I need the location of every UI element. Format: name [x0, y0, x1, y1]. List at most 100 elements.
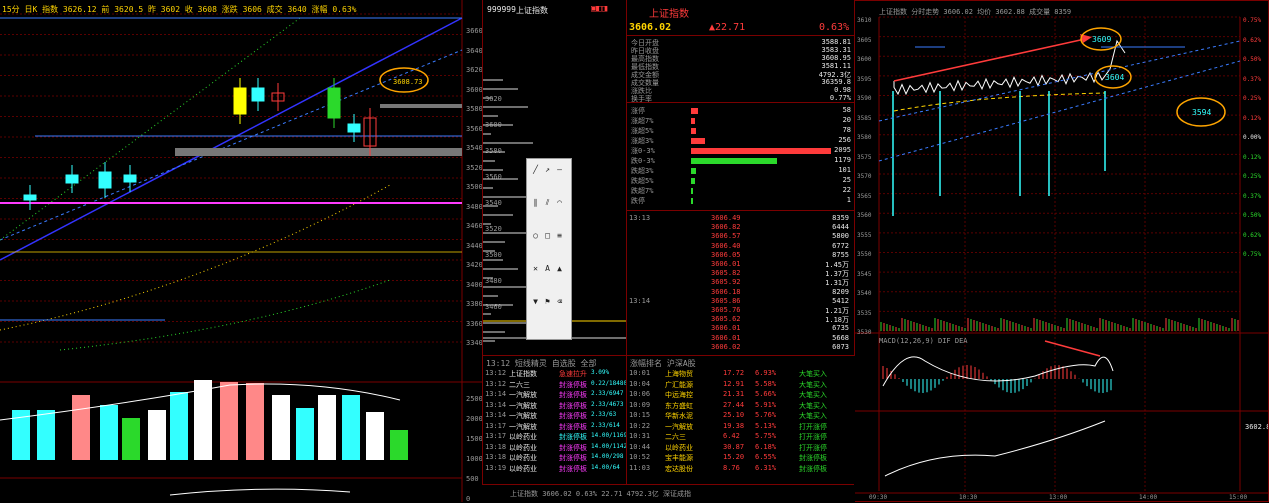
tick-price: 3606.40 — [711, 241, 741, 250]
tick-price: 3605.82 — [711, 269, 741, 278]
volume-bar — [272, 395, 290, 460]
kline-price-tick: 3580 — [466, 105, 482, 113]
dist-count: 78 — [842, 126, 851, 134]
depth-tick: 3600 — [485, 121, 502, 129]
kline-price-tick: 3640 — [466, 46, 482, 55]
dist-bar — [691, 108, 699, 114]
dist-bar — [691, 158, 778, 164]
alert-type: 封涨停板 — [559, 464, 587, 473]
rect-tool-icon[interactable]: □ — [543, 231, 552, 240]
stat-value: 0.98 — [834, 86, 851, 94]
price-tick: 3570 — [857, 173, 872, 180]
rank-note: 打开涨停 — [799, 422, 827, 431]
stat-value: 3583.31 — [821, 46, 851, 54]
intraday-chart[interactable] — [855, 1, 1269, 502]
kline-annotation-label: 3608.73 — [393, 78, 423, 86]
pct-tick: 0.50% — [1243, 56, 1262, 63]
volume-bar — [194, 380, 212, 460]
tick-price: 3606.49 — [711, 214, 741, 222]
ma-line-yellow — [0, 184, 391, 331]
tick-price: 3606.18 — [711, 287, 741, 296]
tick-volume: 5668 — [832, 333, 849, 342]
dist-label: 涨超7% — [631, 117, 654, 125]
tick-price: 3606.05 — [711, 250, 741, 259]
dist-count: 1179 — [834, 156, 851, 164]
rank-header: 涨幅排名 沪深A股 — [630, 359, 696, 368]
tick-price: 3605.92 — [711, 278, 741, 287]
price-tick: 3590 — [857, 95, 872, 102]
alert-detail: 3.09% — [591, 369, 610, 376]
dist-bar — [691, 138, 706, 144]
gap-zone-2 — [380, 104, 462, 108]
rank-time: 10:15 — [629, 411, 651, 419]
arrow-down-tool-icon[interactable]: ▼ — [531, 297, 540, 306]
alert-time: 13:19 — [485, 463, 507, 472]
depth-tick: 3480 — [485, 277, 502, 285]
line-tool-icon[interactable]: ╱ — [531, 165, 540, 174]
dist-bar — [691, 148, 832, 154]
rank-note: 打开涨停 — [799, 443, 827, 452]
tick-volume: 5800 — [832, 232, 849, 241]
volume-tick: 2500 — [466, 395, 482, 403]
price-tick: 3585 — [857, 114, 872, 122]
alert-time: 13:12 — [485, 369, 507, 377]
index-info-panel: 上证指数 3606.02 ▲22.71 0.63% 今日开盘 3588.81 昨日收… — [626, 0, 855, 355]
channel-tool-icon[interactable]: ⫽ — [543, 198, 552, 207]
pct-tick: 0.37% — [1243, 75, 1262, 83]
pct-tick: 0.75% — [1243, 17, 1262, 24]
rank-time: 10:06 — [629, 390, 651, 398]
dist-count: 2095 — [834, 146, 851, 154]
alert-detail: 0.22/184804 — [591, 379, 627, 387]
dist-count: 22 — [842, 186, 851, 194]
alert-type: 封涨停板 — [559, 454, 587, 462]
time-tick: 14:00 — [1139, 494, 1158, 501]
flag-tool-icon[interactable]: ⚑ — [543, 297, 552, 306]
stat-value: 36359.8 — [821, 78, 851, 86]
rank-time: 11:03 — [629, 463, 651, 472]
rank-name: 宝丰能源 — [665, 454, 693, 462]
candle-body — [98, 171, 112, 189]
rank-name: 中远海控 — [665, 391, 693, 399]
ray-tool-icon[interactable]: ↗ — [543, 165, 552, 174]
kline-price-tick: 3380 — [466, 300, 482, 308]
pct-tick: 0.75% — [1243, 251, 1262, 258]
candle-body — [251, 87, 265, 102]
alert-detail: 14.00/1142 — [591, 442, 627, 450]
depth-tick: 3460 — [485, 303, 502, 311]
tick-volume: 6073 — [832, 342, 849, 351]
alert-time: 13:14 — [485, 390, 507, 398]
alerts-panel[interactable]: 13:12 短线精灵 自选股 全部 13:12 上证指数 急速拉升 3.09% 13:1… — [482, 355, 627, 503]
pct-tick: 0.12% — [1243, 153, 1262, 161]
depth-tick: 3540 — [485, 199, 502, 207]
delete-tool-icon[interactable]: ⌫ — [555, 297, 564, 306]
tick-volume: 8209 — [832, 287, 849, 296]
kline-chart[interactable] — [0, 0, 482, 502]
alert-time: 13:18 — [485, 453, 507, 461]
text-tool-icon[interactable]: A — [543, 264, 552, 273]
segment-tool-icon[interactable]: — — [555, 165, 564, 174]
dist-count: 1 — [846, 196, 851, 204]
channel-line-green — [0, 17, 301, 241]
parallel-tool-icon[interactable]: ∥ — [531, 198, 540, 207]
intraday-panel[interactable]: 上证指数 分时走势 3606.02 均价 3602.88 成交量 8359 36… — [854, 0, 1269, 502]
arrow-up-tool-icon[interactable]: ▲ — [555, 264, 564, 273]
macd-dif — [882, 356, 1114, 387]
dist-label: 跌超3% — [631, 167, 654, 175]
time-tick: 15:00 — [1229, 494, 1248, 501]
rank-price: 19.38 — [723, 421, 745, 430]
price-tick: 3610 — [857, 17, 872, 24]
rank-panel[interactable]: 涨幅排名 沪深A股 10:01 上海物贸 17.72 6.93% 大笔买入 10:04 广汇… — [626, 355, 855, 503]
kline-price-tick: 3400 — [466, 280, 482, 289]
rank-name: 华新水泥 — [665, 412, 693, 420]
price-tick: 3535 — [857, 309, 872, 317]
arc-tool-icon[interactable]: ◠ — [555, 198, 564, 207]
kline-panel[interactable]: 15分 日K 指数 3626.12 前 3620.5 昨 3602 收 3608… — [0, 0, 482, 502]
drawing-tools-palette[interactable]: ╱ ↗ — ∥ ⫽ ◠ ○ □ ≡ ✕ A ▲ ▼ ⚑ ⌫ — [526, 158, 572, 340]
circle-tool-icon[interactable]: ○ — [531, 231, 540, 240]
alert-time: 13:18 — [485, 442, 507, 451]
fib-tool-icon[interactable]: ≡ — [555, 231, 564, 240]
gann-tool-icon[interactable]: ✕ — [531, 264, 540, 273]
kline-price-tick: 3620 — [466, 66, 482, 74]
rank-note: 封涨停板 — [799, 454, 827, 462]
dist-bar — [691, 178, 695, 184]
